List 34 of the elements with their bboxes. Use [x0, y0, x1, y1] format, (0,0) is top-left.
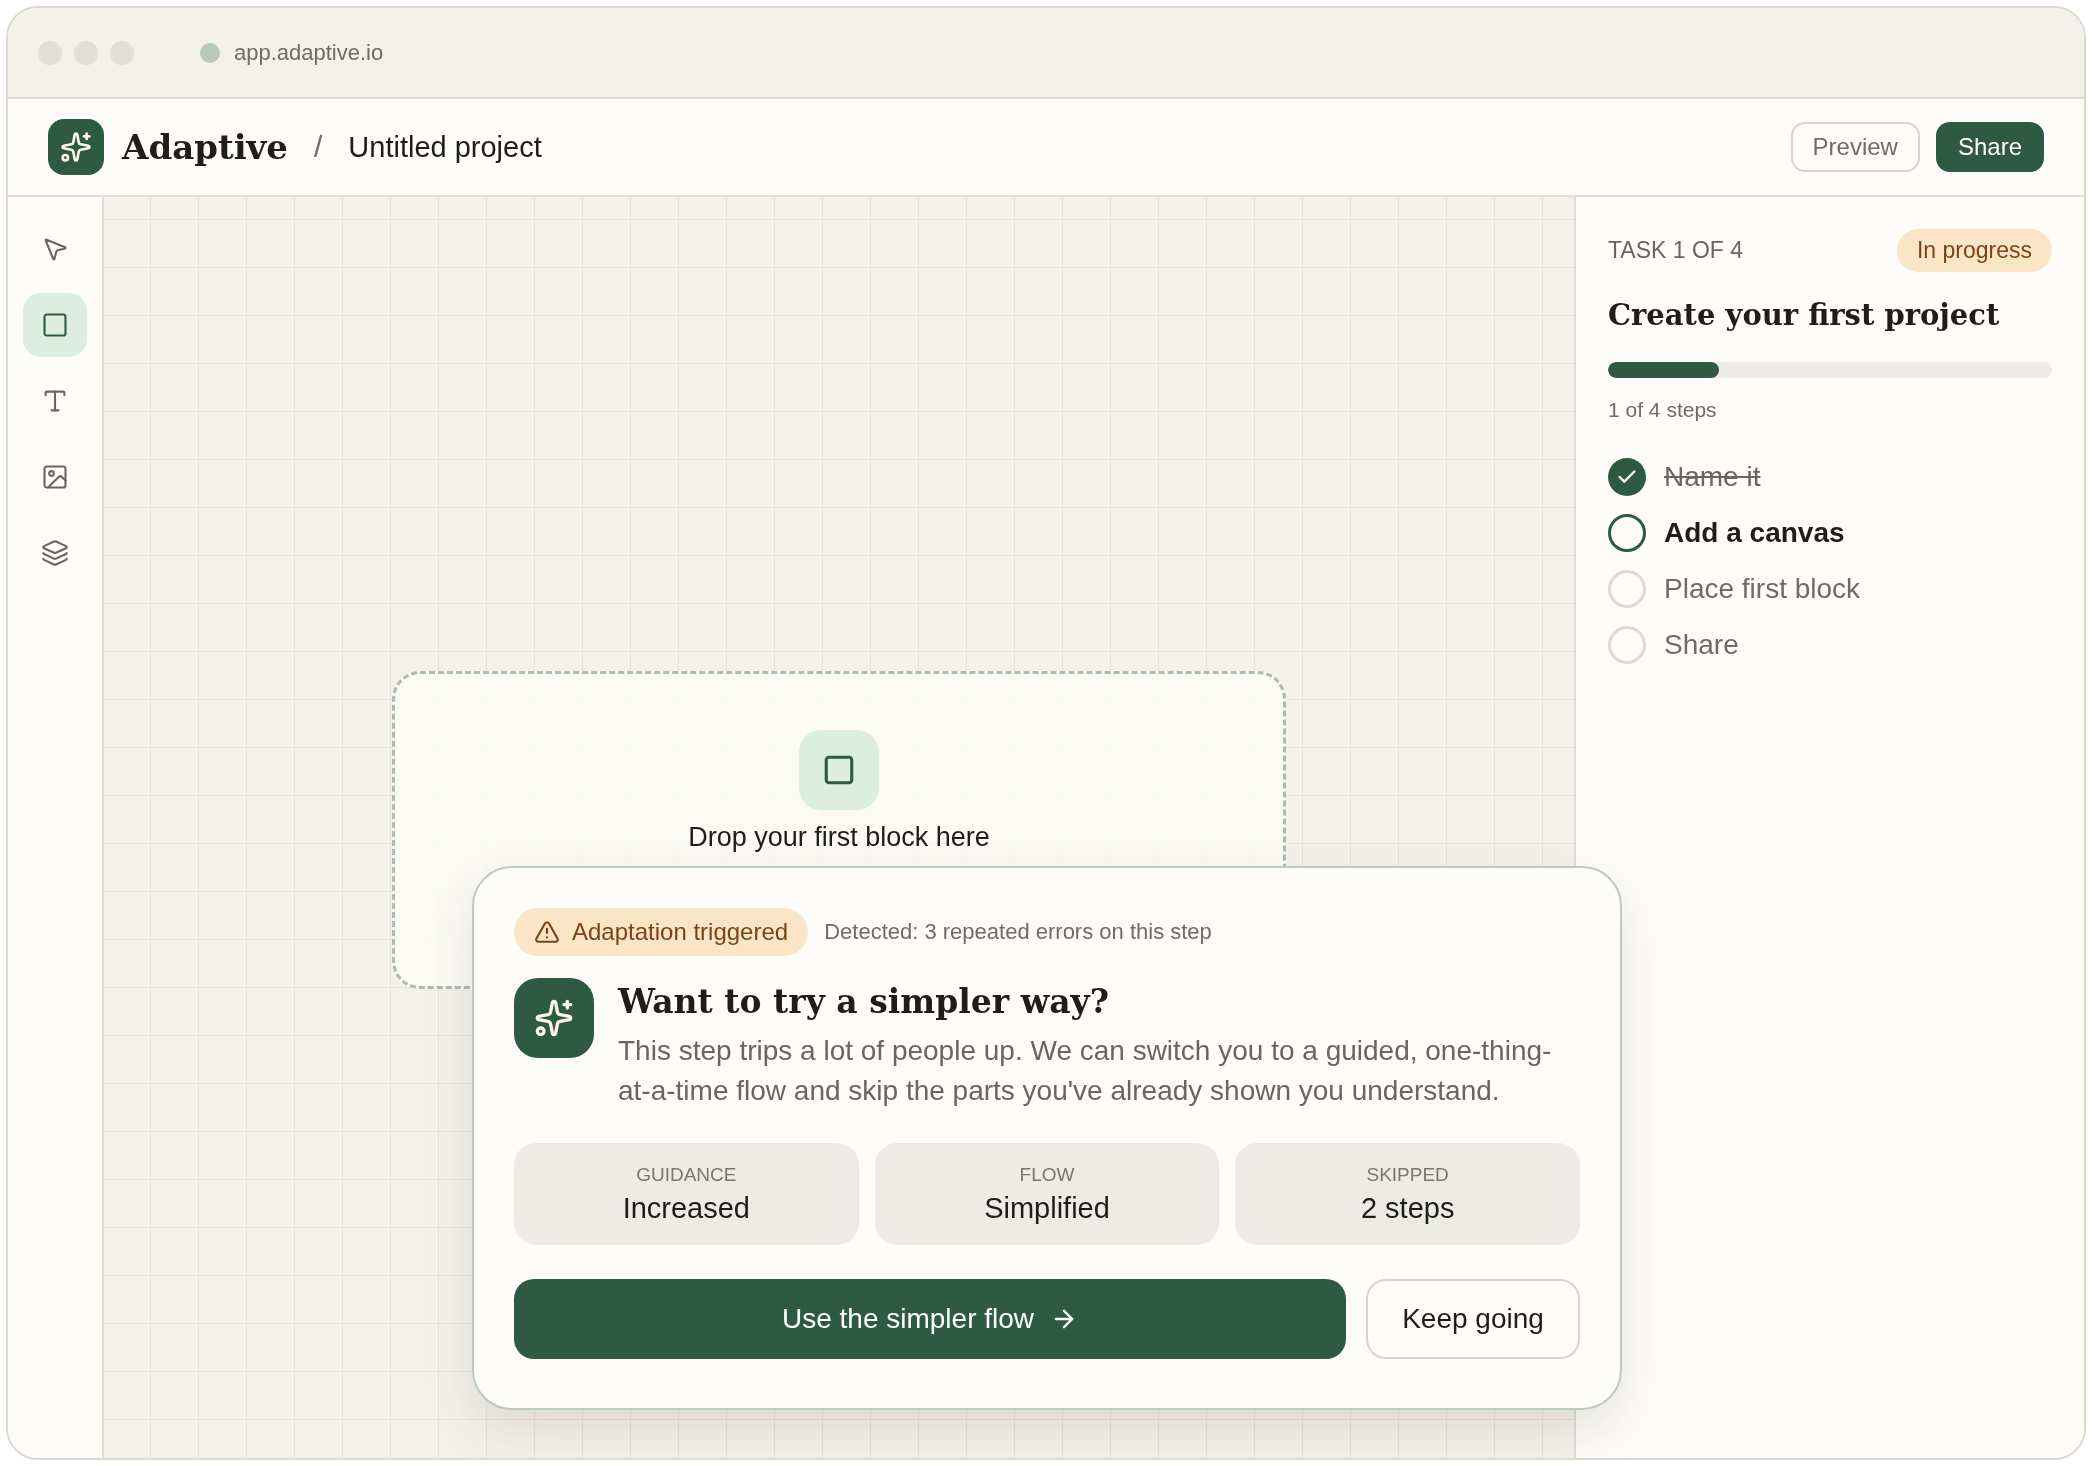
step-label: Add a canvas [1664, 517, 1845, 549]
breadcrumb-separator: / [313, 130, 323, 164]
task-counter: TASK 1 OF 4 [1608, 237, 1744, 264]
site-status-dot [200, 42, 220, 63]
step-label: Share [1664, 629, 1739, 661]
detection-note: Detected: 3 repeated errors on this step [824, 919, 1212, 945]
tool-button[interactable] [23, 293, 87, 357]
task-title: Create your first project [1608, 298, 2001, 332]
step-label: Place first block [1664, 573, 1861, 605]
address-text: app.adaptive.io [234, 39, 384, 66]
block-tile-icon [799, 729, 879, 810]
prompt-body: This step trips a lot of people up. We can switch you to a guided, one-thing-at-a-time flow and skip the parts you've already shown you understand. [618, 1034, 1553, 1108]
stat-value: Increased [622, 1191, 750, 1225]
drop-zone-label: Drop your first block here [688, 821, 990, 852]
stat-value: 2 steps [1360, 1191, 1455, 1225]
brand-name: Adaptive [122, 127, 288, 167]
steps-count: 1 of 4 steps [1608, 398, 1718, 422]
layers-icon [41, 539, 69, 567]
image-icon [41, 463, 69, 491]
square-icon [41, 311, 69, 339]
keep-going-button[interactable]: Keep going [1366, 1279, 1580, 1359]
share-button[interactable]: Share [1935, 122, 2044, 172]
stat-label: GUIDANCE [636, 1163, 737, 1186]
project-name: Untitled project [348, 130, 542, 164]
status-badge: In progress [1896, 229, 2052, 272]
simpler-flow-button[interactable]: Use the simpler flow [514, 1279, 1346, 1359]
adaptation-badge: Adaptation triggered [514, 908, 809, 956]
step-label: Name it [1664, 461, 1761, 493]
preview-button[interactable]: Preview [1790, 122, 1920, 172]
sparkle-logo-icon [48, 119, 104, 175]
stat-label: SKIPPED [1366, 1163, 1449, 1186]
stat-label: FLOW [1019, 1163, 1075, 1186]
stat-value: Simplified [984, 1191, 1110, 1225]
sparkle-icon [514, 978, 594, 1058]
